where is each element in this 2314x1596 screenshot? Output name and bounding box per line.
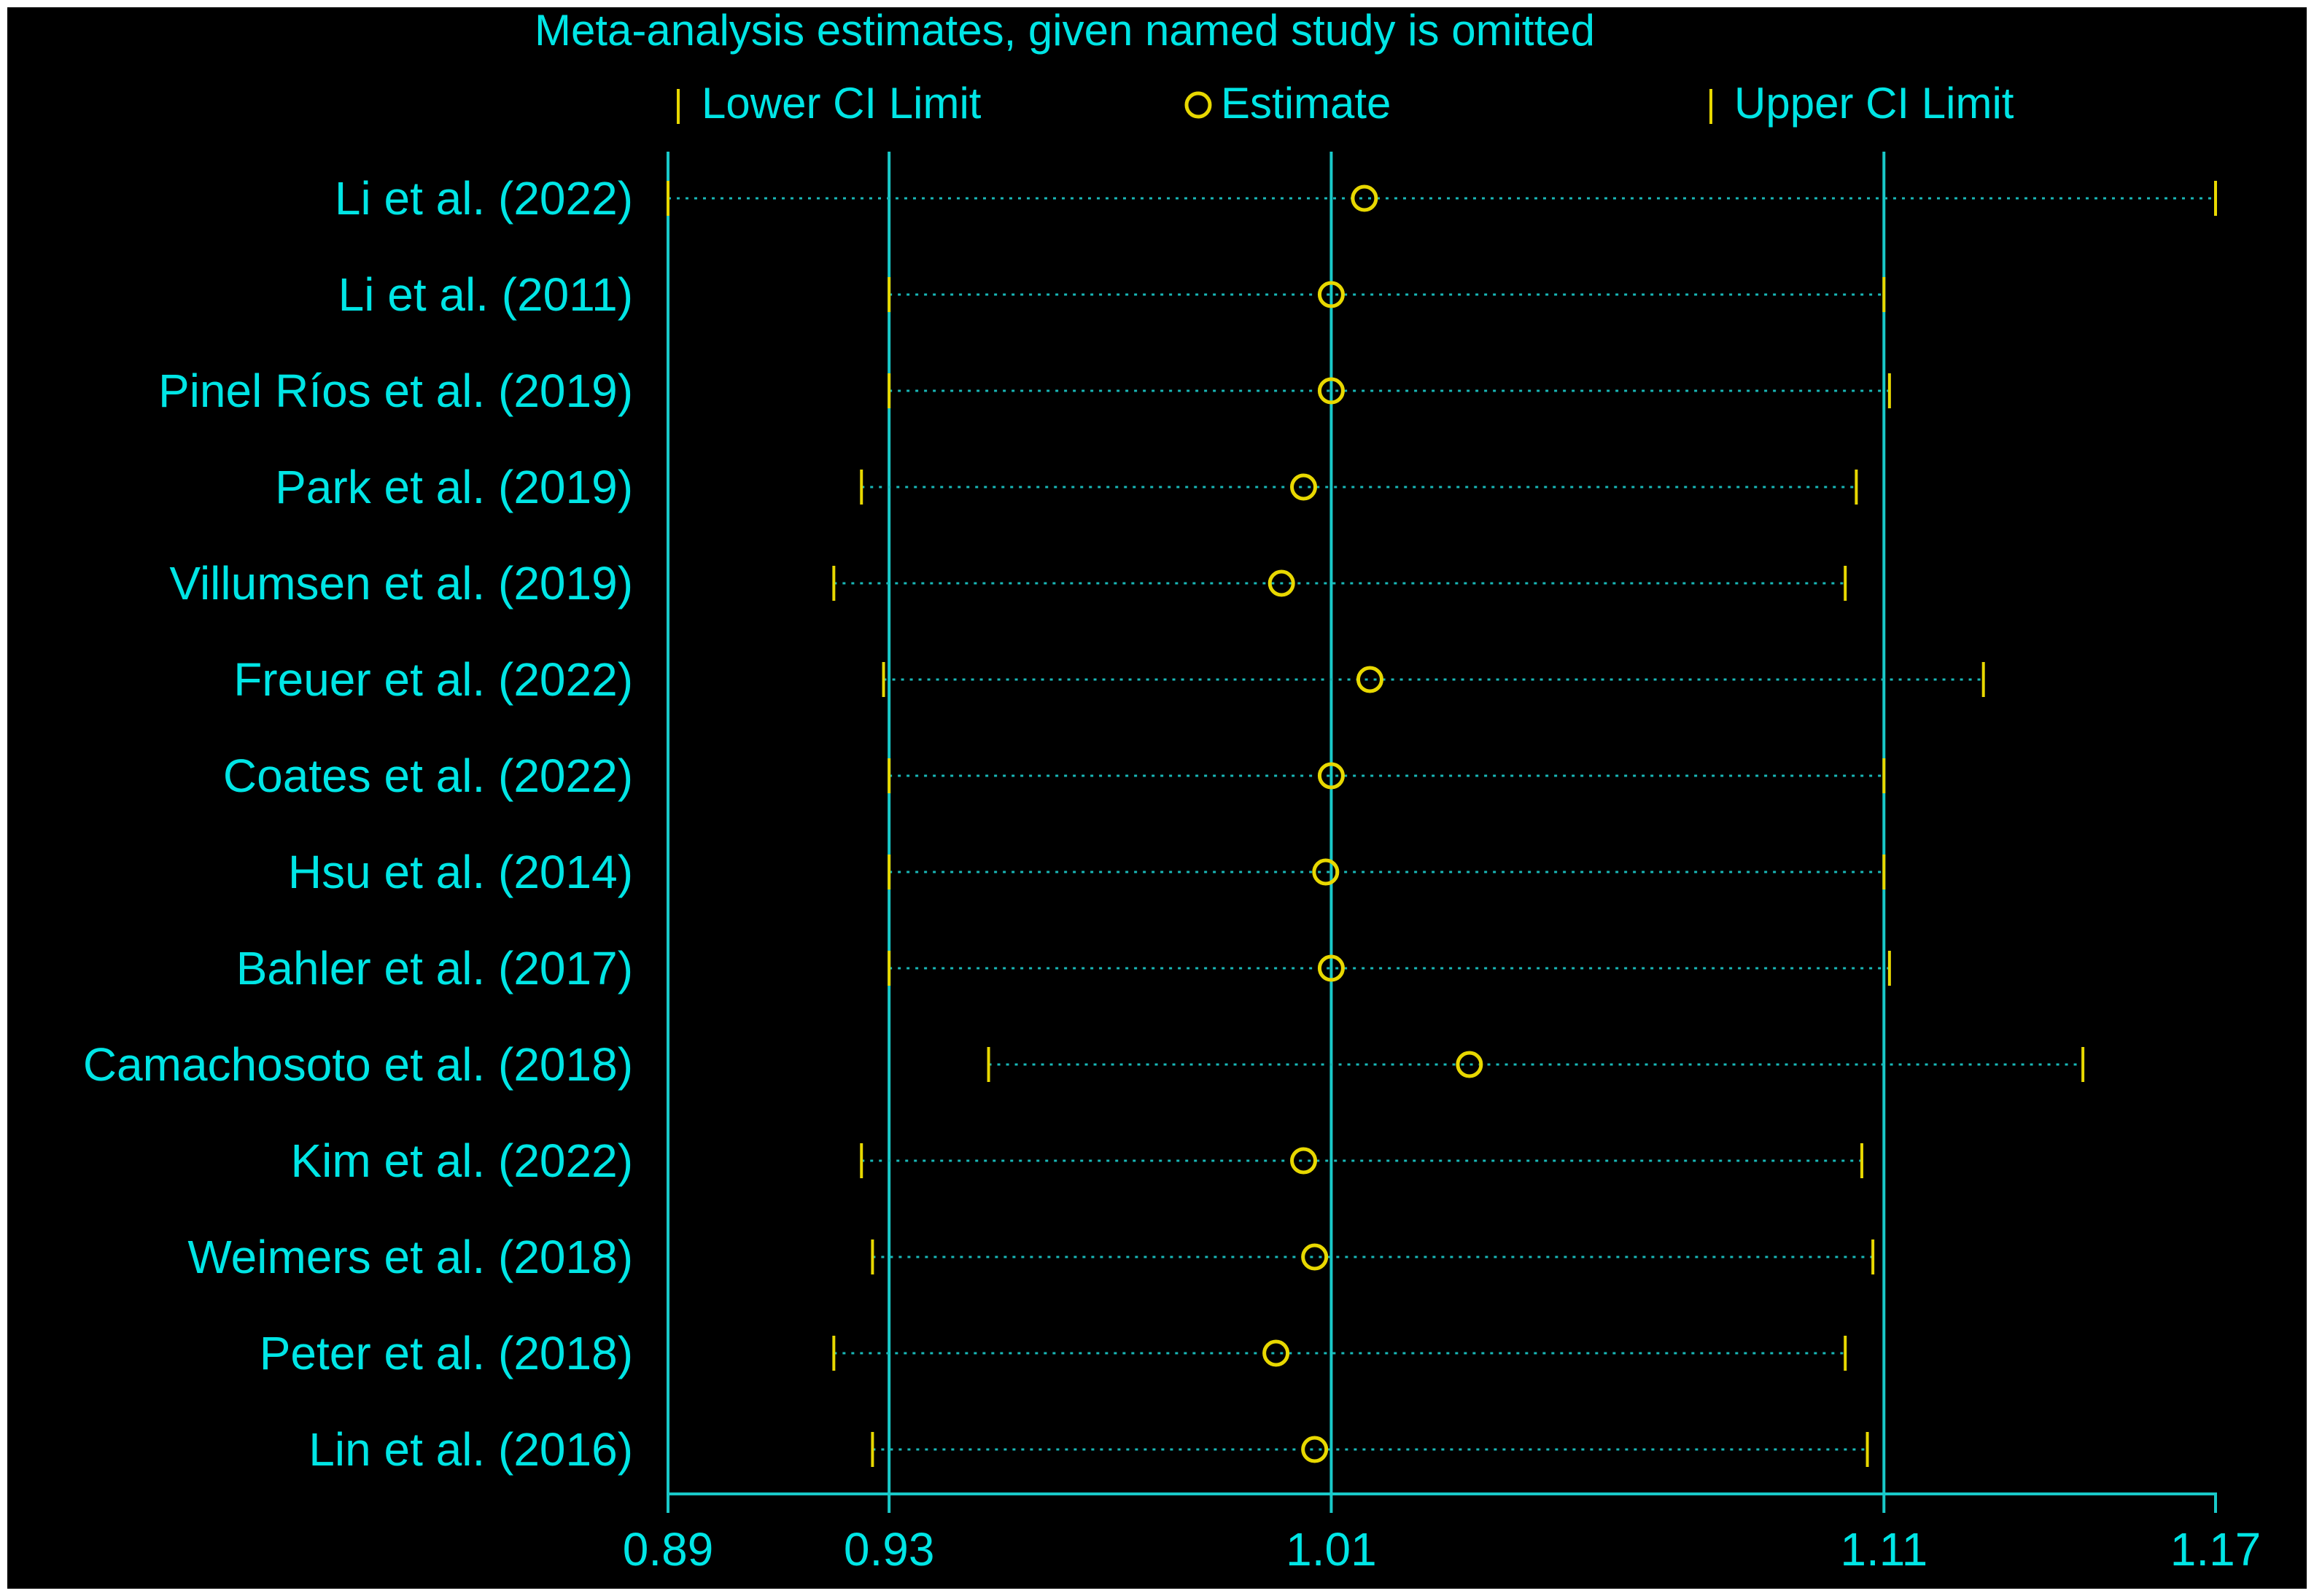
study-label: Villumsen et al. (2019): [169, 557, 633, 610]
study-row: Villumsen et al. (2019): [169, 557, 1847, 610]
estimate-marker: [1290, 1147, 1318, 1175]
study-row: Bahler et al. (2017): [236, 942, 1891, 994]
legend-estimate-label: Estimate: [1221, 79, 1391, 128]
x-tick-label: 1.11: [1840, 1523, 1927, 1576]
study-row: Weimers et al. (2018): [187, 1231, 1875, 1283]
estimate-marker: [1312, 858, 1340, 886]
x-tick-label: 1.17: [2170, 1523, 2261, 1576]
estimate-marker: [1351, 184, 1378, 212]
legend-lower-ci-label: Lower CI Limit: [702, 79, 982, 128]
study-row: Li et al. (2022): [335, 172, 2217, 225]
study-label: Park et al. (2019): [275, 461, 633, 513]
study-row: Lin et al. (2016): [308, 1423, 1869, 1476]
estimate-marker: [1290, 473, 1318, 501]
legend: Lower CI Limit Estimate Upper CI Limit: [677, 79, 2014, 128]
study-label: Peter et al. (2018): [260, 1327, 633, 1379]
study-row: Freuer et al. (2022): [233, 653, 1985, 706]
x-tick-label: 0.93: [844, 1523, 935, 1576]
reference-lines: [667, 152, 1886, 1494]
study-label: Bahler et al. (2017): [236, 942, 633, 994]
estimate-marker: [1301, 1436, 1329, 1463]
study-label: Freuer et al. (2022): [233, 653, 633, 706]
study-label: Weimers et al. (2018): [187, 1231, 633, 1283]
study-label: Li et al. (2022): [335, 172, 633, 225]
x-tick-label: 0.89: [623, 1523, 714, 1576]
chart-title: Meta-analysis estimates, given named stu…: [535, 7, 1595, 55]
x-tick-label: 1.01: [1286, 1523, 1377, 1576]
study-row: Camachosoto et al. (2018): [83, 1038, 2085, 1091]
estimate-marker: [1301, 1243, 1329, 1271]
study-row: Li et al. (2011): [338, 268, 1886, 321]
study-row: Kim et al. (2022): [290, 1134, 1863, 1187]
legend-estimate-symbol: [1184, 91, 1212, 119]
study-label: Hsu et al. (2014): [288, 846, 633, 898]
study-row: Park et al. (2019): [275, 461, 1858, 513]
study-label: Coates et al. (2022): [223, 750, 633, 802]
study-label: Lin et al. (2016): [308, 1423, 633, 1476]
study-label: Pinel Ríos et al. (2019): [158, 365, 633, 417]
legend-upper-ci-label: Upper CI Limit: [1734, 79, 2014, 128]
study-label: Li et al. (2011): [338, 268, 633, 321]
forest-plot: Meta-analysis estimates, given named stu…: [83, 7, 2261, 1576]
x-axis: 0.89 0.93 1.01 1.11 1.17: [623, 1492, 2261, 1576]
study-row: Peter et al. (2018): [260, 1327, 1847, 1379]
estimate-marker: [1356, 666, 1383, 693]
study-label: Kim et al. (2022): [290, 1134, 633, 1187]
chart-frame: Meta-analysis estimates, given named stu…: [7, 7, 2307, 1589]
study-row: Coates et al. (2022): [223, 750, 1886, 802]
estimate-marker: [1262, 1339, 1290, 1367]
study-row: Pinel Ríos et al. (2019): [158, 365, 1891, 417]
study-label: Camachosoto et al. (2018): [83, 1038, 633, 1091]
study-row: Hsu et al. (2014): [288, 846, 1886, 898]
study-rows: Li et al. (2022) Li et al. (2011) Pinel Rí…: [83, 172, 2217, 1476]
